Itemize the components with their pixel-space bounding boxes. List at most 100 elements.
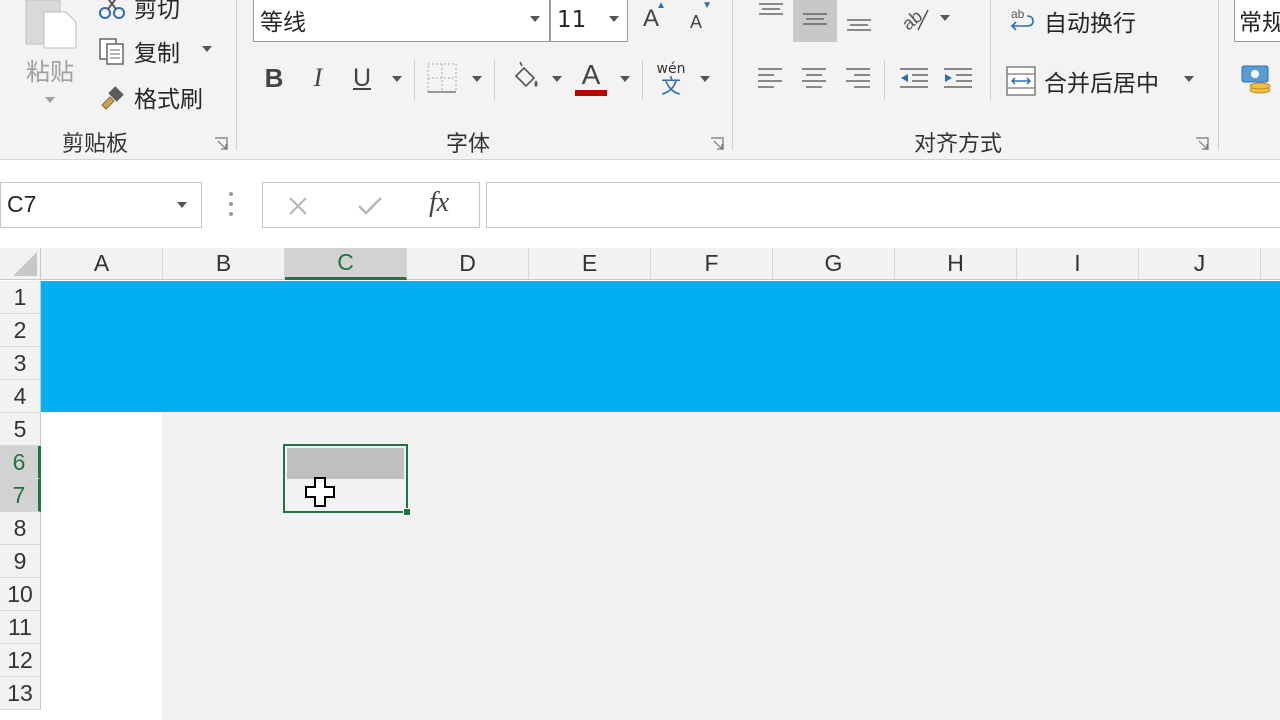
font-size-value: 11 xyxy=(557,7,587,33)
paste-icon xyxy=(25,0,77,49)
column-header-overflow[interactable] xyxy=(1261,248,1280,280)
cut-button[interactable]: 剪切 xyxy=(98,0,180,24)
fill-color-icon[interactable] xyxy=(508,60,542,94)
font-dialog-launcher-icon[interactable] xyxy=(710,137,724,151)
select-all-icon xyxy=(13,252,37,276)
increase-indent-icon[interactable] xyxy=(942,66,974,92)
fill-color-dropdown-icon[interactable] xyxy=(552,76,562,82)
fill-handle[interactable] xyxy=(403,508,411,516)
enter-icon[interactable] xyxy=(357,195,383,217)
wrap-text-button[interactable]: ab 自动换行 xyxy=(1010,4,1136,38)
select-all-corner[interactable] xyxy=(0,248,41,280)
bold-button[interactable]: B xyxy=(258,60,290,96)
column-header-e[interactable]: E xyxy=(529,248,651,280)
grow-arrow-icon: ▲ xyxy=(656,0,666,11)
phonetic-guide-button[interactable]: wén 文 xyxy=(654,60,688,98)
font-tool-separator xyxy=(414,60,415,100)
row-header-5[interactable]: 5 xyxy=(0,413,41,446)
font-name-dropdown-icon[interactable] xyxy=(530,16,540,22)
italic-button[interactable]: I xyxy=(302,60,334,96)
column-header-g[interactable]: G xyxy=(773,248,895,280)
format-painter-icon xyxy=(101,86,124,110)
cancel-icon[interactable] xyxy=(287,195,309,217)
row-header-6[interactable]: 6 xyxy=(0,446,41,479)
font-size-dropdown-icon[interactable] xyxy=(609,16,619,22)
phonetic-dropdown-icon[interactable] xyxy=(700,76,710,82)
copy-button[interactable]: 复制 xyxy=(98,34,180,68)
font-color-button[interactable]: A xyxy=(574,58,608,98)
selected-range-c6-c7[interactable] xyxy=(283,444,411,516)
column-header-i[interactable]: I xyxy=(1017,248,1139,280)
column-header-j[interactable]: J xyxy=(1139,248,1261,280)
group-separator xyxy=(236,0,237,150)
row-header-8[interactable]: 8 xyxy=(0,512,41,545)
borders-icon[interactable] xyxy=(426,62,458,94)
paste-button[interactable]: 粘贴 xyxy=(18,0,82,110)
formula-input[interactable] xyxy=(486,182,1280,228)
merge-center-dropdown-icon[interactable] xyxy=(1184,76,1194,82)
font-color-swatch xyxy=(575,90,607,96)
row-header-13[interactable]: 13 xyxy=(0,677,41,710)
scissors-icon xyxy=(99,0,125,19)
column-header-d[interactable]: D xyxy=(407,248,529,280)
copy-dropdown-icon[interactable] xyxy=(202,46,212,52)
align-right-icon[interactable] xyxy=(844,66,872,92)
font-name-combo[interactable]: 等线 xyxy=(253,0,550,42)
italic-icon: I xyxy=(313,63,323,92)
row-header-12[interactable]: 12 xyxy=(0,644,41,677)
name-box[interactable]: C7 xyxy=(0,182,202,228)
row-header-4[interactable]: 4 xyxy=(0,380,41,413)
column-header-b[interactable]: B xyxy=(163,248,285,280)
bottom-align-icon[interactable] xyxy=(844,10,874,38)
group-separator xyxy=(732,0,733,150)
column-header-c[interactable]: C xyxy=(285,248,407,280)
shrink-arrow-icon: ▼ xyxy=(702,0,712,11)
row-header-2[interactable]: 2 xyxy=(0,314,41,347)
wrap-text-icon: ab xyxy=(1010,7,1034,31)
borders-dropdown-icon[interactable] xyxy=(472,76,482,82)
font-size-combo[interactable]: 11 xyxy=(550,0,628,42)
top-align-icon[interactable] xyxy=(756,0,786,24)
clipboard-dialog-launcher-icon[interactable] xyxy=(214,137,228,151)
underline-button[interactable]: U xyxy=(346,60,378,96)
row-header-9[interactable]: 9 xyxy=(0,545,41,578)
clipboard-group-label: 剪贴板 xyxy=(61,132,128,157)
paste-label: 粘贴 xyxy=(26,58,74,86)
alignment-dialog-launcher-icon[interactable] xyxy=(1195,137,1209,151)
bold-icon: B xyxy=(264,62,284,93)
insert-function-icon[interactable]: fx xyxy=(429,187,449,219)
underline-dropdown-icon[interactable] xyxy=(392,76,402,82)
align-left-icon[interactable] xyxy=(756,66,784,92)
align-center-icon[interactable] xyxy=(800,66,828,92)
format-painter-button[interactable]: 格式刷 xyxy=(98,80,203,114)
underline-icon: U xyxy=(352,63,372,92)
formula-bar-grip-icon[interactable] xyxy=(229,192,233,216)
cross-cursor-icon xyxy=(305,477,335,507)
orientation-dropdown-icon[interactable] xyxy=(940,15,950,21)
increase-font-size-button[interactable]: A ▲ xyxy=(638,0,666,38)
middle-align-button[interactable] xyxy=(793,0,837,42)
decrease-font-size-button[interactable]: A ▼ xyxy=(684,0,712,38)
number-format-value: 常规 xyxy=(1239,10,1280,36)
column-header-h[interactable]: H xyxy=(895,248,1017,280)
merge-center-label: 合并后居中 xyxy=(1044,71,1159,97)
row-header-1[interactable]: 1 xyxy=(0,281,41,314)
font-color-dropdown-icon[interactable] xyxy=(620,76,630,82)
row-header-3[interactable]: 3 xyxy=(0,347,41,380)
copy-label: 复制 xyxy=(134,41,180,67)
orientation-icon[interactable]: ab xyxy=(898,2,932,36)
white-column-a xyxy=(41,412,162,720)
row-header-10[interactable]: 10 xyxy=(0,578,41,611)
merge-center-button[interactable]: 合并后居中 xyxy=(1006,64,1159,98)
name-box-dropdown-icon[interactable] xyxy=(177,202,187,208)
column-header-a[interactable]: A xyxy=(41,248,163,280)
svg-text:ab: ab xyxy=(1011,7,1025,21)
column-header-f[interactable]: F xyxy=(651,248,773,280)
row-header-7[interactable]: 7 xyxy=(0,479,41,512)
row-header-11[interactable]: 11 xyxy=(0,611,41,644)
accounting-format-icon[interactable] xyxy=(1240,64,1280,98)
decrease-indent-icon[interactable] xyxy=(898,66,930,92)
font-tool-separator xyxy=(494,60,495,100)
cell-c6[interactable] xyxy=(287,448,404,479)
number-format-combo[interactable]: 常规 xyxy=(1234,0,1280,42)
